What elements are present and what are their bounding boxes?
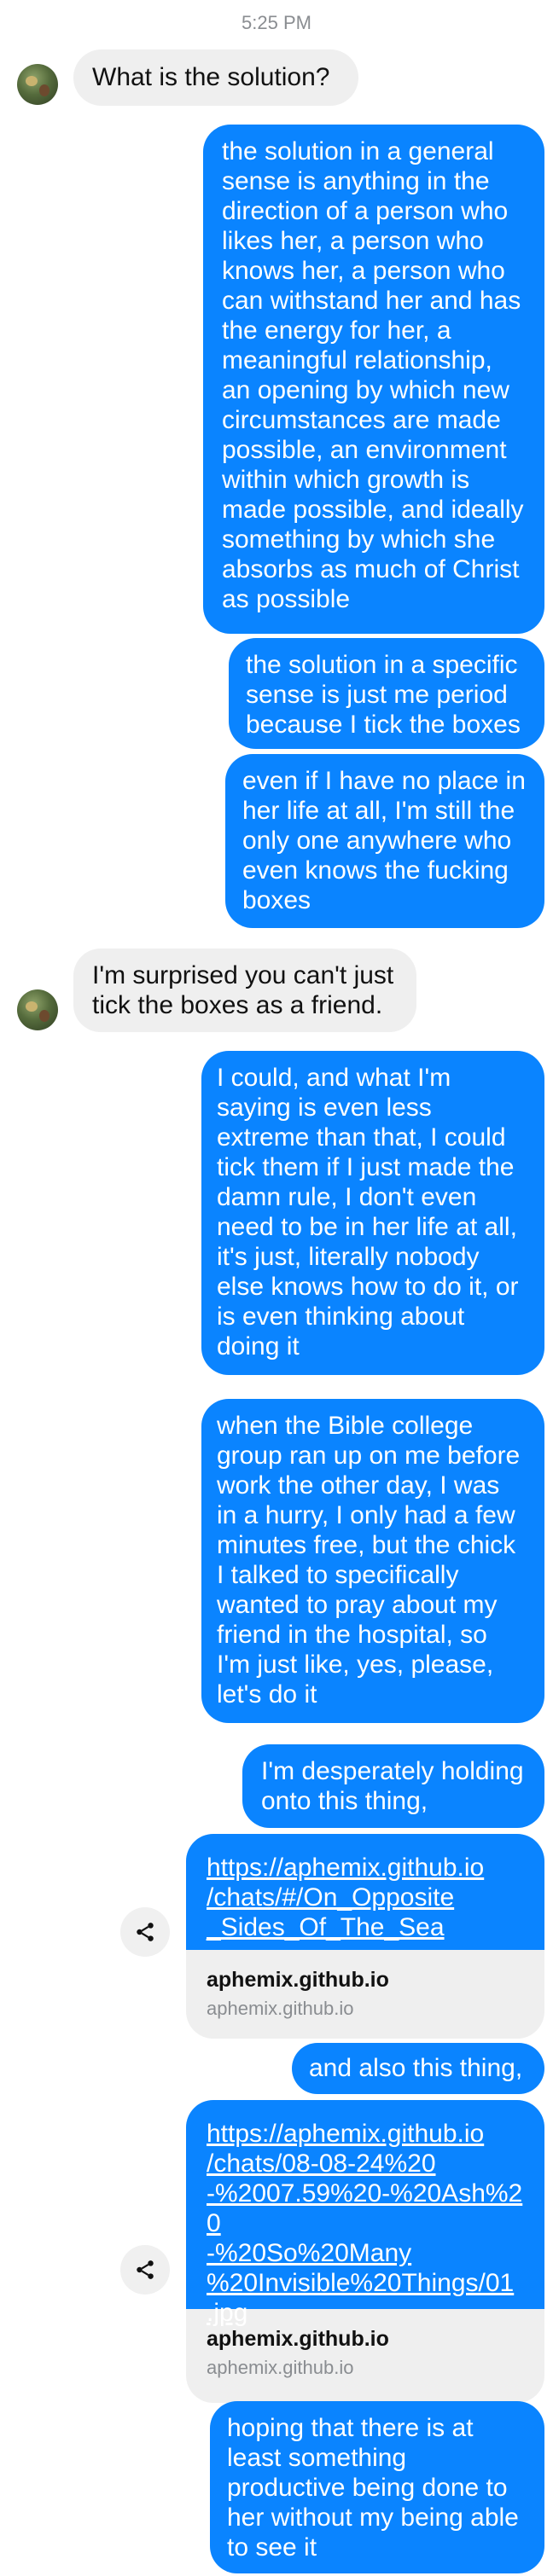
link-title: aphemix.github.io (207, 1968, 389, 1992)
link-preview-card[interactable]: https://aphemix.github.io /chats/#/On_Op… (186, 1834, 544, 2039)
outgoing-message[interactable]: I could, and what I'm saying is even les… (201, 1051, 544, 1375)
link-footer: aphemix.github.io aphemix.github.io (186, 1950, 544, 2039)
share-icon (137, 2260, 154, 2279)
outgoing-message[interactable]: the solution in a specific sense is just… (229, 638, 544, 749)
timestamp: 5:25 PM (242, 12, 311, 33)
link-preview-card[interactable]: https://aphemix.github.io /chats/08-08-2… (186, 2100, 544, 2403)
contact-avatar[interactable] (17, 989, 58, 1030)
contact-avatar[interactable] (17, 64, 58, 105)
outgoing-message[interactable]: the solution in a general sense is anyth… (203, 125, 544, 634)
incoming-message[interactable]: What is the solution? (73, 49, 358, 106)
link-title: aphemix.github.io (207, 2327, 389, 2351)
link-url[interactable]: https://aphemix.github.io /chats/#/On_Op… (186, 1834, 544, 1950)
link-domain: aphemix.github.io (207, 2357, 354, 2378)
share-button[interactable] (120, 2245, 170, 2295)
outgoing-message[interactable]: even if I have no place in her life at a… (225, 754, 544, 928)
outgoing-message[interactable]: hoping that there is at least something … (210, 2401, 544, 2573)
outgoing-message[interactable]: when the Bible college group ran up on m… (201, 1399, 544, 1723)
share-button[interactable] (120, 1907, 170, 1957)
link-domain: aphemix.github.io (207, 1998, 354, 2019)
share-icon (137, 1923, 154, 1941)
incoming-message[interactable]: I'm surprised you can't just tick the bo… (73, 949, 416, 1032)
outgoing-message[interactable]: and also this thing, (292, 2043, 544, 2094)
outgoing-message[interactable]: I'm desperately holding onto this thing, (242, 1744, 544, 1828)
link-url[interactable]: https://aphemix.github.io /chats/08-08-2… (186, 2100, 544, 2327)
